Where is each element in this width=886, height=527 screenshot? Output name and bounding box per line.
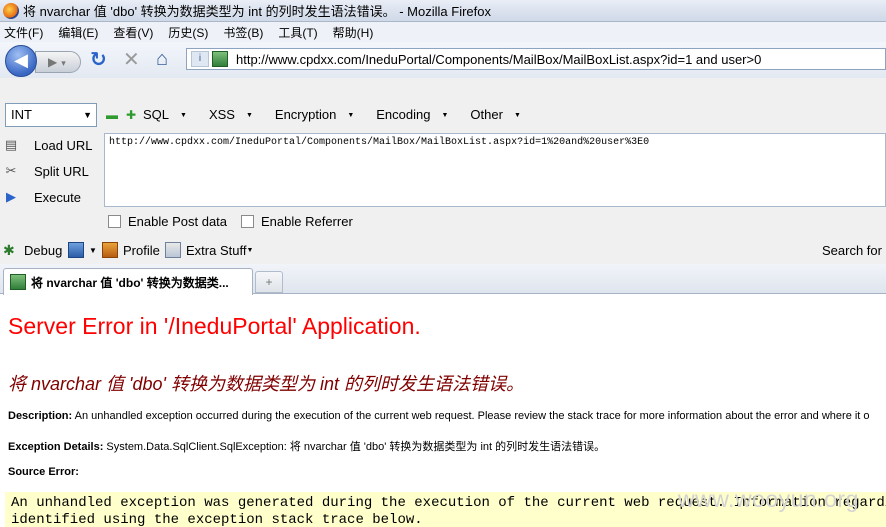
window-title: 将 nvarchar 值 'dbo' 转换为数据类型为 int 的列时发生语法错… [23, 4, 491, 19]
enable-referrer-label: Enable Referrer [261, 214, 353, 229]
menu-other-label: Other [470, 107, 503, 122]
hackbar-adjust-icons: ▬ ✚ [106, 108, 136, 122]
extra-stuff-label: Extra Stuff [186, 242, 247, 258]
profile-menu[interactable]: Profile [102, 242, 160, 258]
stop-icon[interactable]: ✕ [123, 50, 140, 70]
back-forward-group: ▶ ▾ ◀ [5, 45, 83, 77]
source-error-paragraph: Source Error: [8, 466, 79, 478]
menu-edit[interactable]: 编辑(E) [58, 24, 98, 41]
menu-tools[interactable]: 工具(T) [278, 24, 317, 41]
menu-xss-label: XSS [208, 107, 235, 122]
window-dropdown-icon: ▼ [89, 245, 97, 255]
description-text: An unhandled exception occurred during t… [74, 410, 870, 422]
chevron-down-icon: ▼ [83, 110, 92, 120]
load-url-icon: ▤ [4, 137, 18, 152]
page-heading: Server Error in '/IneduPortal' Applicati… [8, 313, 421, 339]
menu-sql-label: SQL [143, 107, 170, 122]
firefox-logo-icon [3, 2, 19, 19]
int-select-value: INT [11, 107, 32, 122]
menu-encoding[interactable]: Encoding ▼ [376, 107, 459, 122]
url-text[interactable]: http://www.cpdxx.com/IneduPortal/Compone… [236, 52, 761, 67]
title-bar: 将 nvarchar 值 'dbo' 转换为数据类型为 int 的列时发生语法错… [0, 0, 886, 22]
enable-post-checkbox[interactable]: Enable Post data [108, 214, 227, 229]
debug-menu[interactable]: ✱ Debug [3, 242, 62, 258]
menu-bookmarks[interactable]: 书签(B) [223, 24, 263, 41]
error-title: 将 nvarchar 值 'dbo' 转换为数据类型为 int 的列时发生语法错… [8, 374, 524, 394]
url-bar[interactable]: i http://www.cpdxx.com/IneduPortal/Compo… [186, 48, 886, 70]
hackbar-url-textarea[interactable]: http://www.cpdxx.com/IneduPortal/Compone… [104, 133, 886, 207]
page-favicon-icon [212, 51, 228, 67]
profile-label: Profile [123, 242, 160, 258]
decrease-icon[interactable]: ▬ [106, 108, 118, 122]
enable-referrer-checkbox[interactable]: Enable Referrer [241, 214, 353, 229]
int-select[interactable]: INT ▼ [5, 103, 97, 127]
exception-text: System.Data.SqlClient.SqlException: 将 nv… [106, 441, 606, 453]
new-tab-button[interactable]: + [255, 271, 283, 293]
hackbar-menus: SQL ▼ XSS ▼ Encryption ▼ Encoding ▼ Other ▼ [143, 107, 543, 122]
menu-bar: 文件(F) 编辑(E) 查看(V) 历史(S) 书签(B) 工具(T) 帮助(H… [0, 22, 886, 42]
tab-favicon-icon [10, 274, 26, 290]
increase-icon[interactable]: ✚ [126, 108, 136, 122]
extra-stuff-dropdown-icon: ▼ [246, 246, 254, 254]
watermark: www.wooyun.org [678, 486, 859, 512]
menu-other[interactable]: Other ▼ [470, 107, 531, 122]
description-label: Description: [8, 410, 73, 422]
window-menu[interactable]: ▼ [68, 242, 97, 258]
load-url-button[interactable]: ▤ Load URL [2, 134, 102, 156]
split-url-label: Split URL [34, 163, 89, 179]
menu-file[interactable]: 文件(F) [4, 24, 43, 41]
calendar-icon [165, 242, 181, 258]
description-paragraph: Description: An unhandled exception occu… [8, 410, 870, 422]
menu-sql[interactable]: SQL ▼ [143, 107, 198, 122]
menu-help[interactable]: 帮助(H) [333, 24, 374, 41]
menu-encryption[interactable]: Encryption ▼ [275, 107, 365, 122]
search-for-label: Search for [822, 243, 882, 258]
split-url-icon: ✂ [5, 163, 17, 178]
forward-dropdown-icon[interactable]: ▾ [61, 58, 66, 68]
code-line-2: identified using the exception stack tra… [11, 512, 423, 527]
forward-button[interactable]: ▶ ▾ [35, 51, 81, 73]
exception-label: Exception Details: [8, 441, 104, 453]
site-identity-icon[interactable]: i [191, 51, 209, 67]
extra-stuff-menu[interactable]: Extra Stuff ▼ [165, 242, 253, 258]
back-button[interactable]: ◀ [5, 45, 37, 77]
tab-title: 将 nvarchar 值 'dbo' 转换为数据类... [31, 275, 229, 290]
profile-icon [102, 242, 118, 258]
reload-icon[interactable]: ↻ [90, 50, 107, 70]
debug-label: Debug [24, 242, 63, 258]
enable-post-label: Enable Post data [128, 214, 228, 229]
menu-xss[interactable]: XSS ▼ [209, 107, 264, 122]
window-icon [68, 242, 84, 258]
execute-button[interactable]: ▶ Execute [2, 186, 102, 208]
load-url-label: Load URL [34, 137, 93, 153]
bug-icon: ✱ [3, 242, 15, 258]
exception-paragraph: Exception Details: System.Data.SqlClient… [8, 438, 605, 454]
enable-referrer-box[interactable] [241, 215, 254, 228]
toolbar-spacer [0, 78, 886, 98]
home-icon[interactable]: ⌂ [156, 49, 168, 69]
execute-icon: ▶ [6, 189, 16, 204]
menu-view[interactable]: 查看(V) [113, 24, 153, 41]
menu-encryption-label: Encryption [274, 107, 337, 122]
source-error-label: Source Error: [8, 466, 79, 478]
enable-post-box[interactable] [108, 215, 121, 228]
split-url-button[interactable]: ✂ Split URL [2, 160, 102, 182]
menu-history[interactable]: 历史(S) [168, 24, 208, 41]
menu-encoding-label: Encoding [376, 107, 431, 122]
execute-label: Execute [34, 189, 81, 205]
tab-current[interactable]: 将 nvarchar 值 'dbo' 转换为数据类... [3, 268, 253, 295]
